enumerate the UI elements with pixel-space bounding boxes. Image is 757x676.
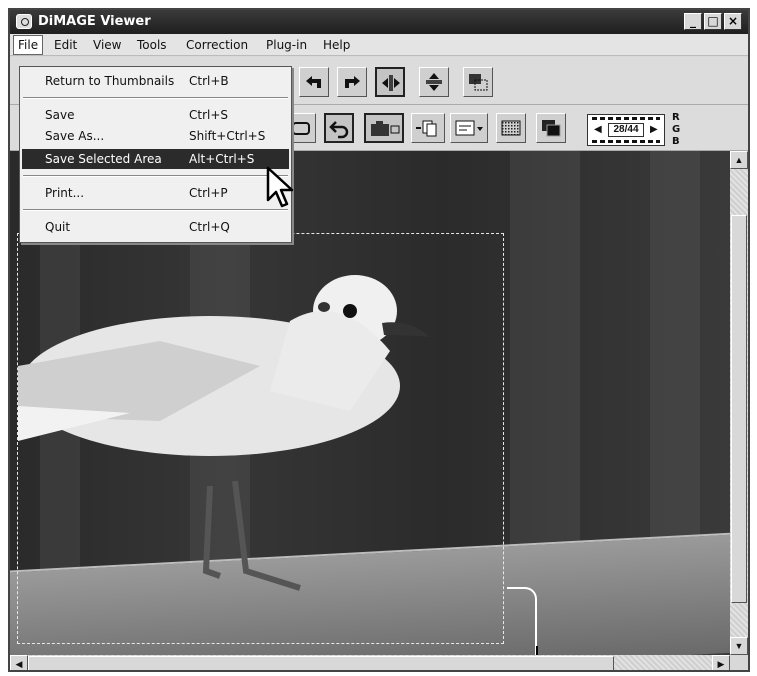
menu-view[interactable]: View	[93, 38, 121, 52]
rotate-right-button[interactable]	[337, 67, 367, 97]
menu-item-return-to-thumbnails[interactable]: Return to Thumbnails Ctrl+B	[22, 71, 289, 91]
frame-counter-value: 28/44	[608, 123, 644, 137]
menu-file[interactable]: File	[13, 35, 44, 55]
rgb-label-b: B	[672, 136, 680, 147]
camera-button[interactable]	[364, 113, 404, 143]
vertical-scrollbar[interactable]: ▲ ▼	[730, 151, 748, 655]
app-icon[interactable]	[16, 14, 32, 29]
vertical-scroll-thumb[interactable]	[731, 215, 747, 603]
minimize-button[interactable]: _	[684, 13, 702, 30]
scroll-left-button[interactable]: ◀	[10, 655, 28, 670]
file-menu-dropdown: Return to Thumbnails Ctrl+B Save Ctrl+S …	[19, 66, 292, 243]
undo-button[interactable]	[324, 113, 354, 143]
copy-icon	[416, 120, 437, 137]
menu-item-print[interactable]: Print... Ctrl+P	[22, 183, 289, 203]
menu-separator	[23, 209, 288, 211]
camera-icon	[371, 121, 400, 136]
menu-plug-in[interactable]: Plug-in	[266, 38, 307, 52]
menu-separator	[23, 175, 288, 177]
rotate-right-icon	[345, 76, 360, 88]
effects-icon	[501, 120, 521, 136]
window-title: DiMAGE Viewer	[38, 14, 151, 29]
menu-correction[interactable]: Correction	[186, 38, 248, 52]
scroll-down-button[interactable]: ▼	[730, 637, 748, 655]
frame-counter: ◀ 28/44 ▶	[587, 114, 665, 146]
rotate-left-button[interactable]	[299, 67, 329, 97]
selection-marquee[interactable]	[17, 233, 504, 644]
flip-horizontal-button[interactable]	[375, 67, 405, 97]
maximize-button[interactable]: □	[704, 13, 722, 30]
menu-item-quit[interactable]: Quit Ctrl+Q	[22, 217, 289, 237]
layout-icon	[455, 120, 483, 136]
rgb-label-g: G	[672, 124, 681, 135]
copy-button[interactable]	[411, 113, 445, 143]
menu-help[interactable]: Help	[323, 38, 350, 52]
menu-item-save-as[interactable]: Save As... Shift+Ctrl+S	[22, 126, 289, 146]
next-frame-icon[interactable]: ▶	[650, 124, 658, 135]
scroll-right-button[interactable]: ▶	[712, 655, 730, 670]
horizontal-scroll-thumb[interactable]	[28, 656, 614, 670]
app-window: DiMAGE Viewer _ □ × File Edit View Tools…	[8, 8, 750, 672]
scroll-up-button[interactable]: ▲	[730, 151, 748, 169]
horizontal-scrollbar[interactable]: ◀ ▶	[10, 655, 730, 670]
previous-frame-icon[interactable]: ◀	[594, 124, 602, 135]
menu-edit[interactable]: Edit	[54, 38, 77, 52]
mouse-cursor-icon	[266, 166, 294, 208]
title-bar: DiMAGE Viewer _ □ ×	[10, 10, 748, 34]
menu-tools[interactable]: Tools	[137, 38, 167, 52]
undo-icon	[329, 121, 349, 139]
flip-horizontal-icon	[382, 75, 400, 91]
compare-button[interactable]	[536, 113, 566, 143]
menu-item-save[interactable]: Save Ctrl+S	[22, 105, 289, 125]
effects-button[interactable]	[496, 113, 526, 143]
callout-line	[536, 646, 538, 655]
resize-grip-icon[interactable]	[730, 655, 748, 670]
close-button[interactable]: ×	[724, 13, 742, 30]
flip-vertical-icon	[426, 73, 442, 91]
menu-bar: File Edit View Tools Correction Plug-in …	[10, 34, 748, 56]
transform-button[interactable]	[463, 67, 493, 97]
callout-bracket	[507, 587, 537, 655]
rotate-left-icon	[306, 76, 321, 88]
film-strip-top	[592, 117, 660, 120]
compare-icon	[542, 120, 561, 137]
rgb-label-r: R	[672, 112, 680, 123]
menu-item-save-selected-area[interactable]: Save Selected Area Alt+Ctrl+S	[22, 149, 289, 169]
transform-icon	[469, 74, 488, 91]
film-strip-bottom	[592, 140, 660, 143]
flip-vertical-button[interactable]	[419, 67, 449, 97]
layout-dropdown-button[interactable]	[450, 113, 488, 143]
menu-separator	[23, 97, 288, 99]
crop-icon	[292, 122, 310, 135]
